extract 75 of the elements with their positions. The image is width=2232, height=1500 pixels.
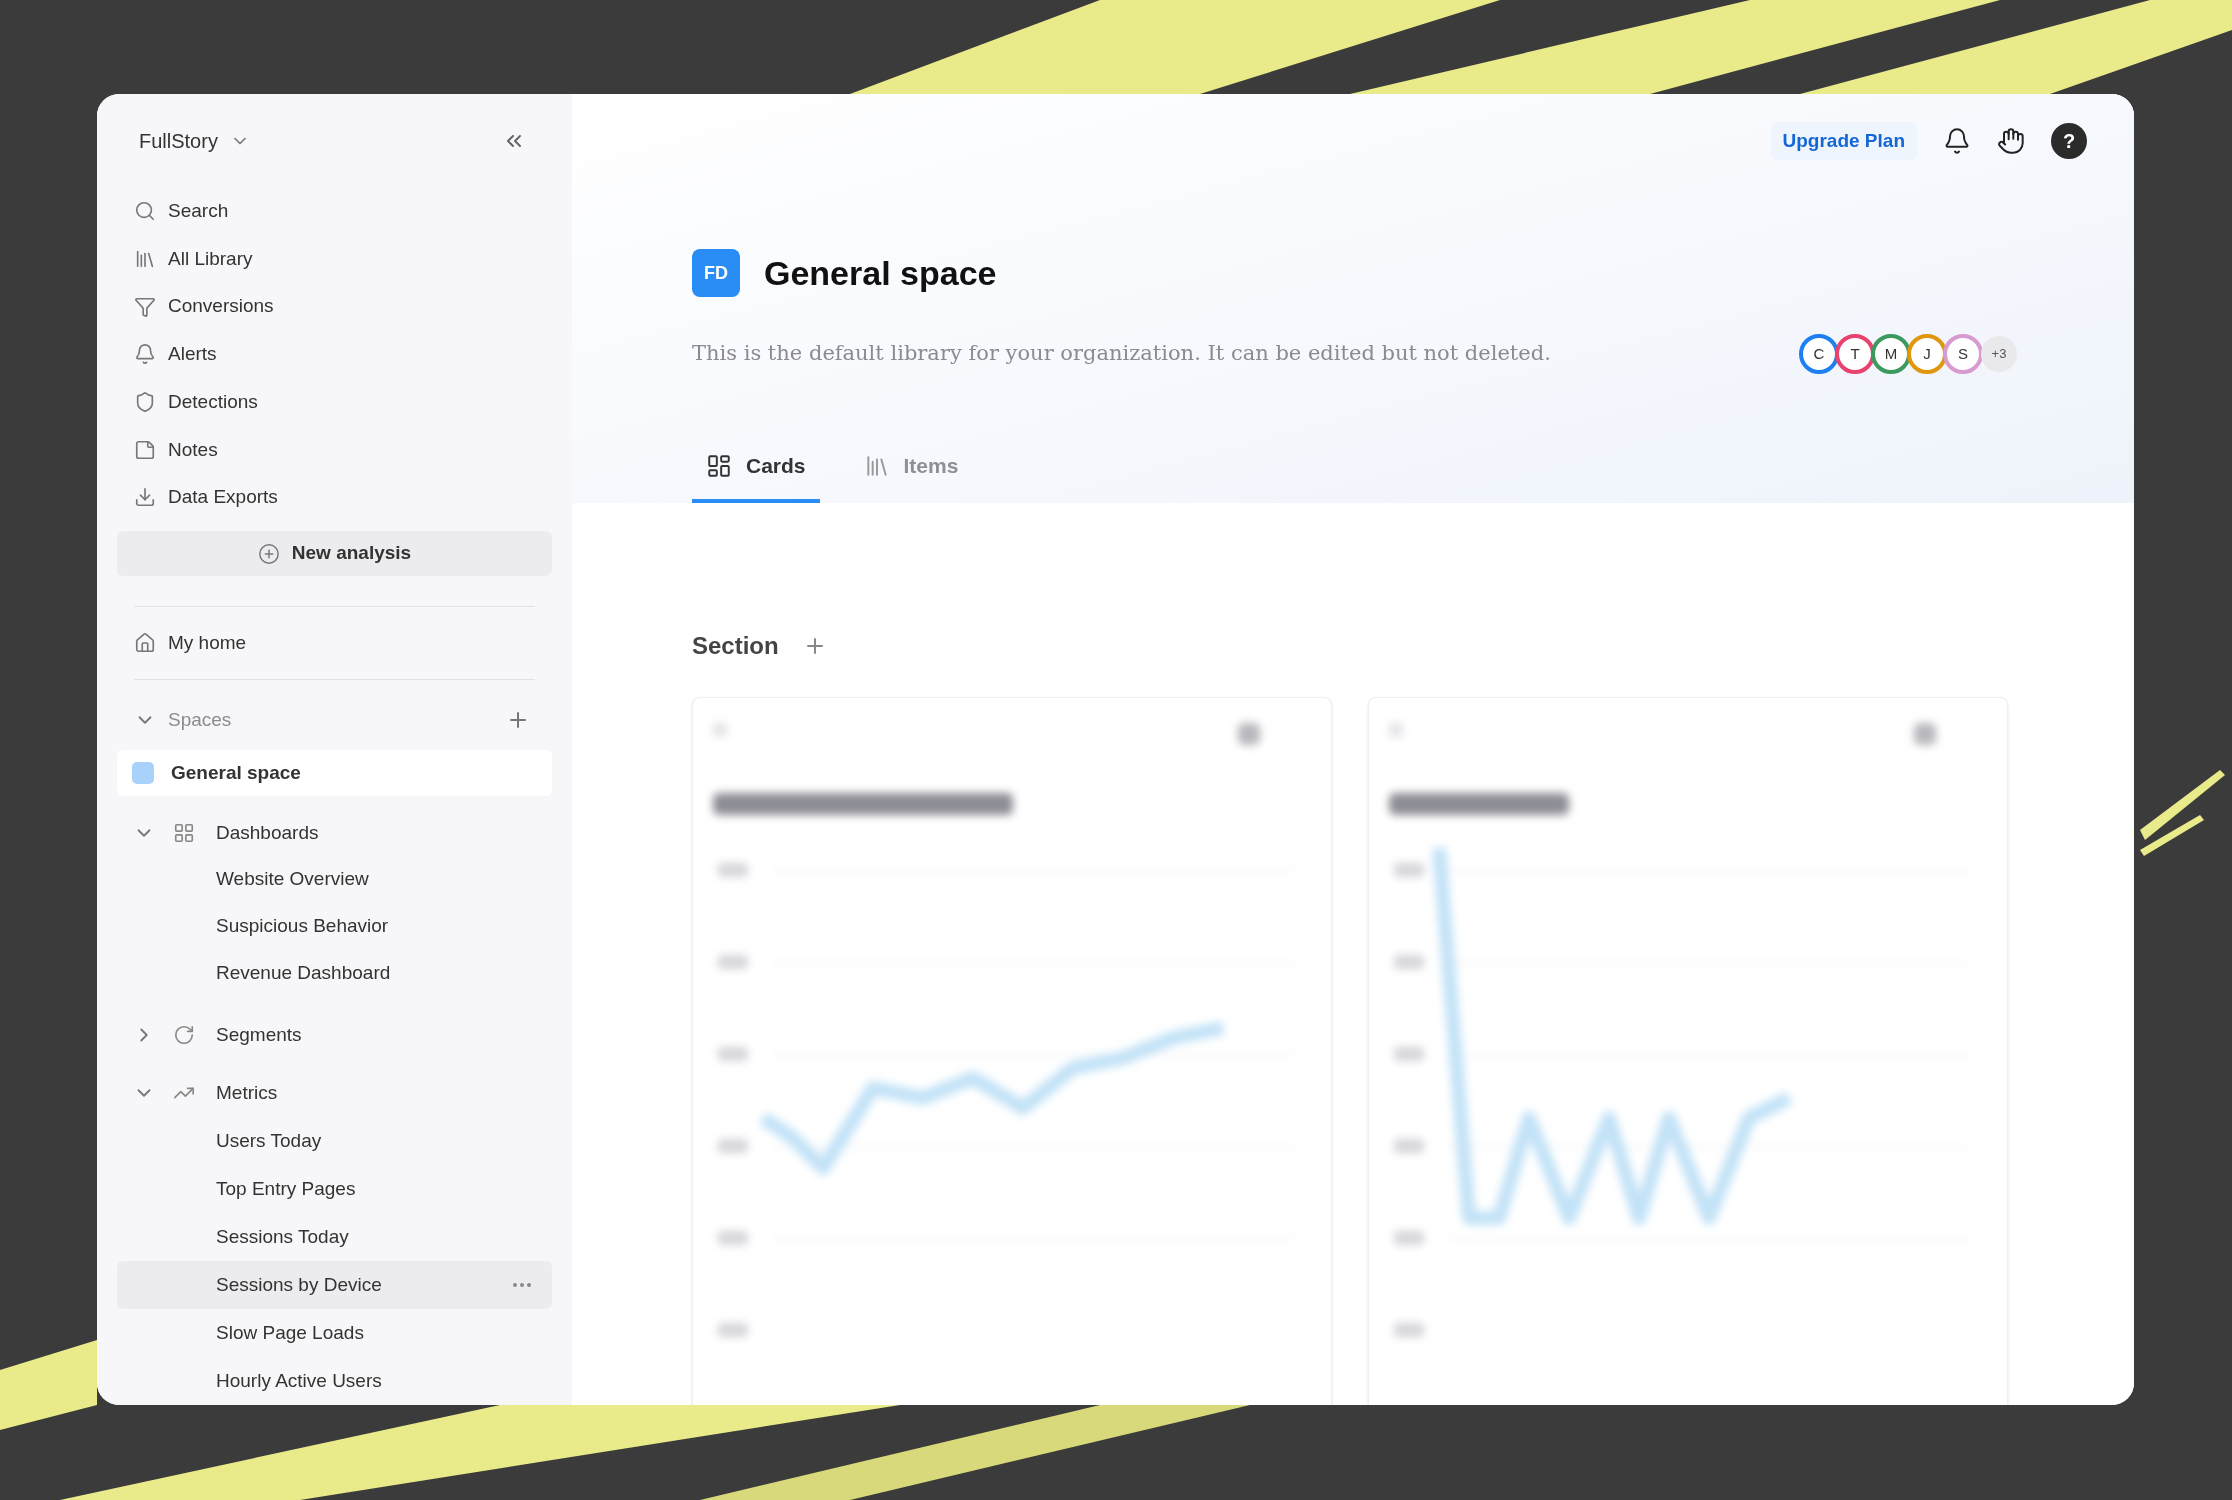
blurred-axis-label xyxy=(1394,955,1424,969)
space-description: This is the default library for your organization. It can be edited but not deleted. xyxy=(692,340,1551,368)
member-avatar[interactable]: T xyxy=(1835,334,1875,374)
blurred-axis-label xyxy=(1394,1231,1424,1245)
hand-icon xyxy=(1997,127,2025,155)
new-analysis-button[interactable]: New analysis xyxy=(117,531,552,577)
blurred-axis-label xyxy=(718,1231,748,1245)
blurred-axis-label xyxy=(1394,1323,1424,1337)
blurred-axis-label xyxy=(718,1139,748,1153)
tree-item[interactable]: Suspicious Behavior xyxy=(117,903,552,950)
nav-item[interactable]: Notes xyxy=(97,425,572,474)
tree-item-label: Slow Page Loads xyxy=(216,1320,364,1345)
blurred-axis-label xyxy=(718,863,748,877)
tree-item[interactable]: Top Entry Pages xyxy=(117,1165,552,1213)
upgrade-plan-button[interactable]: Upgrade Plan xyxy=(1770,122,1917,160)
space-badge: FD xyxy=(692,249,740,297)
tree-item[interactable]: Website Overview xyxy=(117,856,552,903)
nav-item[interactable]: Search xyxy=(97,187,572,236)
shield-icon xyxy=(134,391,156,414)
member-avatar[interactable]: C xyxy=(1799,334,1839,374)
tree-item[interactable]: Sessions Today xyxy=(117,1213,552,1261)
member-avatar[interactable]: M xyxy=(1871,334,1911,374)
help-button[interactable]: ? xyxy=(2051,123,2087,159)
member-avatar[interactable]: J xyxy=(1907,334,1947,374)
nav-item[interactable]: My home xyxy=(97,607,572,679)
hand-button[interactable] xyxy=(1997,127,2025,155)
tree-item-label: Suspicious Behavior xyxy=(216,914,389,939)
bell-icon xyxy=(134,343,156,366)
space-color-icon xyxy=(132,762,154,785)
download-icon xyxy=(134,486,156,509)
tree-item[interactable]: Sessions by Device xyxy=(117,1261,552,1309)
search-icon xyxy=(134,200,156,223)
tree-item[interactable]: Users Today xyxy=(117,1117,552,1165)
view-tab[interactable]: Cards xyxy=(692,433,820,503)
nav-item[interactable]: Conversions xyxy=(97,282,572,331)
blurred-axis-label xyxy=(1394,863,1424,877)
blurred-icon xyxy=(1238,723,1260,745)
tree-folder[interactable]: Segments xyxy=(97,1011,572,1059)
tree-folder[interactable]: Metrics xyxy=(97,1069,572,1117)
grid-icon xyxy=(173,822,195,844)
circle-arrow-icon xyxy=(173,1024,195,1046)
tree-item[interactable]: Slow Page Loads xyxy=(117,1309,552,1357)
space-title: General space xyxy=(764,252,997,294)
member-avatar[interactable]: S xyxy=(1943,334,1983,374)
blurred-icon xyxy=(1914,723,1936,745)
nav-item[interactable]: Data Exports xyxy=(97,473,572,522)
nav-item[interactable]: All Library xyxy=(97,235,572,283)
notifications-button[interactable] xyxy=(1943,127,1971,155)
space-item[interactable]: General space xyxy=(117,750,552,796)
nav-item[interactable]: Alerts xyxy=(97,330,572,379)
tree-item-label: Top Entry Pages xyxy=(216,1176,356,1201)
workspace-switcher[interactable]: FullStory xyxy=(139,125,250,156)
tree-item-label: Users Today xyxy=(216,1128,322,1153)
cards-layout-icon xyxy=(706,453,732,479)
section-title: Section xyxy=(692,631,779,661)
bell-icon xyxy=(1943,127,1971,155)
tree-folder[interactable]: Dashboards xyxy=(97,810,572,856)
tree-item-label: Sessions Today xyxy=(216,1224,349,1249)
more-members-count[interactable]: +3 xyxy=(1981,336,2017,372)
nav-item[interactable]: Detections xyxy=(97,378,572,426)
home-icon xyxy=(134,631,156,654)
tree-item-label: Website Overview xyxy=(216,867,369,892)
funnel-icon xyxy=(134,295,156,318)
blurred-axis-label xyxy=(718,1047,748,1061)
plus-circle-icon xyxy=(257,542,280,565)
blurred-axis-label xyxy=(718,1323,748,1337)
tree-item[interactable]: Revenue Dashboard xyxy=(117,950,552,997)
tree-item-label: Revenue Dashboard xyxy=(216,961,391,986)
tree-item-label: Sessions by Device xyxy=(216,1272,382,1297)
blurred-axis-label xyxy=(1394,1139,1424,1153)
blurred-axis-label xyxy=(718,955,748,969)
note-icon xyxy=(134,438,156,461)
tree-item-label: Hourly Active Users xyxy=(216,1368,382,1393)
tree-item[interactable]: Hourly Active Users xyxy=(117,1357,552,1405)
blurred-axis-label xyxy=(1394,1047,1424,1061)
